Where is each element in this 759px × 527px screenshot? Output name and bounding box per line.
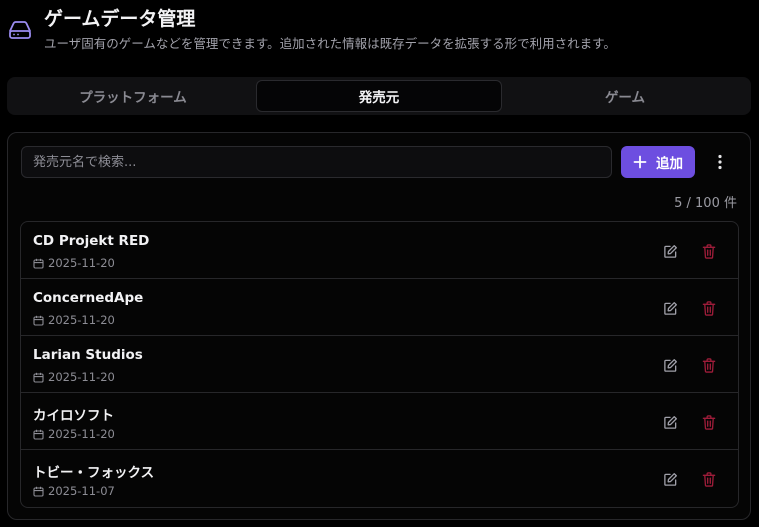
trash-icon (702, 357, 716, 373)
edit-button[interactable] (659, 240, 681, 262)
edit-icon (663, 358, 677, 372)
add-button[interactable]: 追加 (621, 146, 695, 178)
delete-button[interactable] (698, 354, 720, 376)
publisher-panel: 追加 5 / 100 件 CD Projekt RED 2025-11-20 C… (7, 132, 751, 520)
item-count: 5 / 100 件 (674, 196, 737, 211)
edit-icon (663, 415, 677, 429)
calendar-icon (33, 258, 44, 269)
edit-icon (663, 472, 677, 486)
delete-button[interactable] (698, 240, 720, 262)
publisher-name: カイロソフト (33, 408, 114, 424)
page-header: ゲームデータ管理 ユーザ固有のゲームなどを管理できます。追加された情報は既存デー… (8, 6, 748, 56)
date-text: 2025-11-20 (48, 370, 115, 384)
more-options-button[interactable] (707, 148, 733, 176)
search-input[interactable] (21, 146, 612, 178)
publisher-date: 2025-11-07 (33, 484, 115, 498)
publisher-name: ConcernedApe (33, 290, 144, 306)
list-item: カイロソフト 2025-11-20 (21, 393, 738, 450)
edit-icon (663, 301, 677, 315)
list-item: ConcernedApe 2025-11-20 (21, 279, 738, 336)
date-text: 2025-11-07 (48, 484, 115, 498)
delete-button[interactable] (698, 411, 720, 433)
list-item: トビー・フォックス 2025-11-07 (21, 450, 738, 507)
edit-button[interactable] (659, 297, 681, 319)
edit-button[interactable] (659, 411, 681, 433)
publisher-list: CD Projekt RED 2025-11-20 ConcernedApe 2… (20, 221, 739, 508)
add-button-label: 追加 (656, 156, 683, 172)
publisher-name: トビー・フォックス (33, 465, 155, 481)
list-item: Larian Studios 2025-11-20 (21, 336, 738, 393)
tab-game[interactable]: ゲーム (502, 80, 748, 112)
edit-button[interactable] (659, 354, 681, 376)
publisher-name: Larian Studios (33, 347, 143, 363)
publisher-date: 2025-11-20 (33, 313, 115, 327)
tab-publisher[interactable]: 発売元 (256, 80, 502, 112)
page-title: ゲームデータ管理 (44, 8, 196, 30)
calendar-icon (33, 429, 44, 440)
date-text: 2025-11-20 (48, 256, 115, 270)
publisher-date: 2025-11-20 (33, 256, 115, 270)
delete-button[interactable] (698, 468, 720, 490)
tab-platform[interactable]: プラットフォーム (10, 80, 256, 112)
publisher-name: CD Projekt RED (33, 233, 150, 249)
trash-icon (702, 243, 716, 259)
page-subtitle: ユーザ固有のゲームなどを管理できます。追加された情報は既存データを拡張する形で利… (44, 36, 616, 51)
trash-icon (702, 300, 716, 316)
edit-button[interactable] (659, 468, 681, 490)
calendar-icon (33, 486, 44, 497)
plus-icon (633, 155, 647, 169)
trash-icon (702, 414, 716, 430)
calendar-icon (33, 372, 44, 383)
edit-icon (663, 244, 677, 258)
hard-drive-icon (9, 21, 31, 39)
date-text: 2025-11-20 (48, 313, 115, 327)
publisher-date: 2025-11-20 (33, 427, 115, 441)
trash-icon (702, 471, 716, 487)
date-text: 2025-11-20 (48, 427, 115, 441)
delete-button[interactable] (698, 297, 720, 319)
calendar-icon (33, 315, 44, 326)
more-vertical-icon (718, 154, 722, 170)
list-item: CD Projekt RED 2025-11-20 (21, 222, 738, 279)
tab-bar: プラットフォーム 発売元 ゲーム (7, 77, 751, 115)
publisher-date: 2025-11-20 (33, 370, 115, 384)
